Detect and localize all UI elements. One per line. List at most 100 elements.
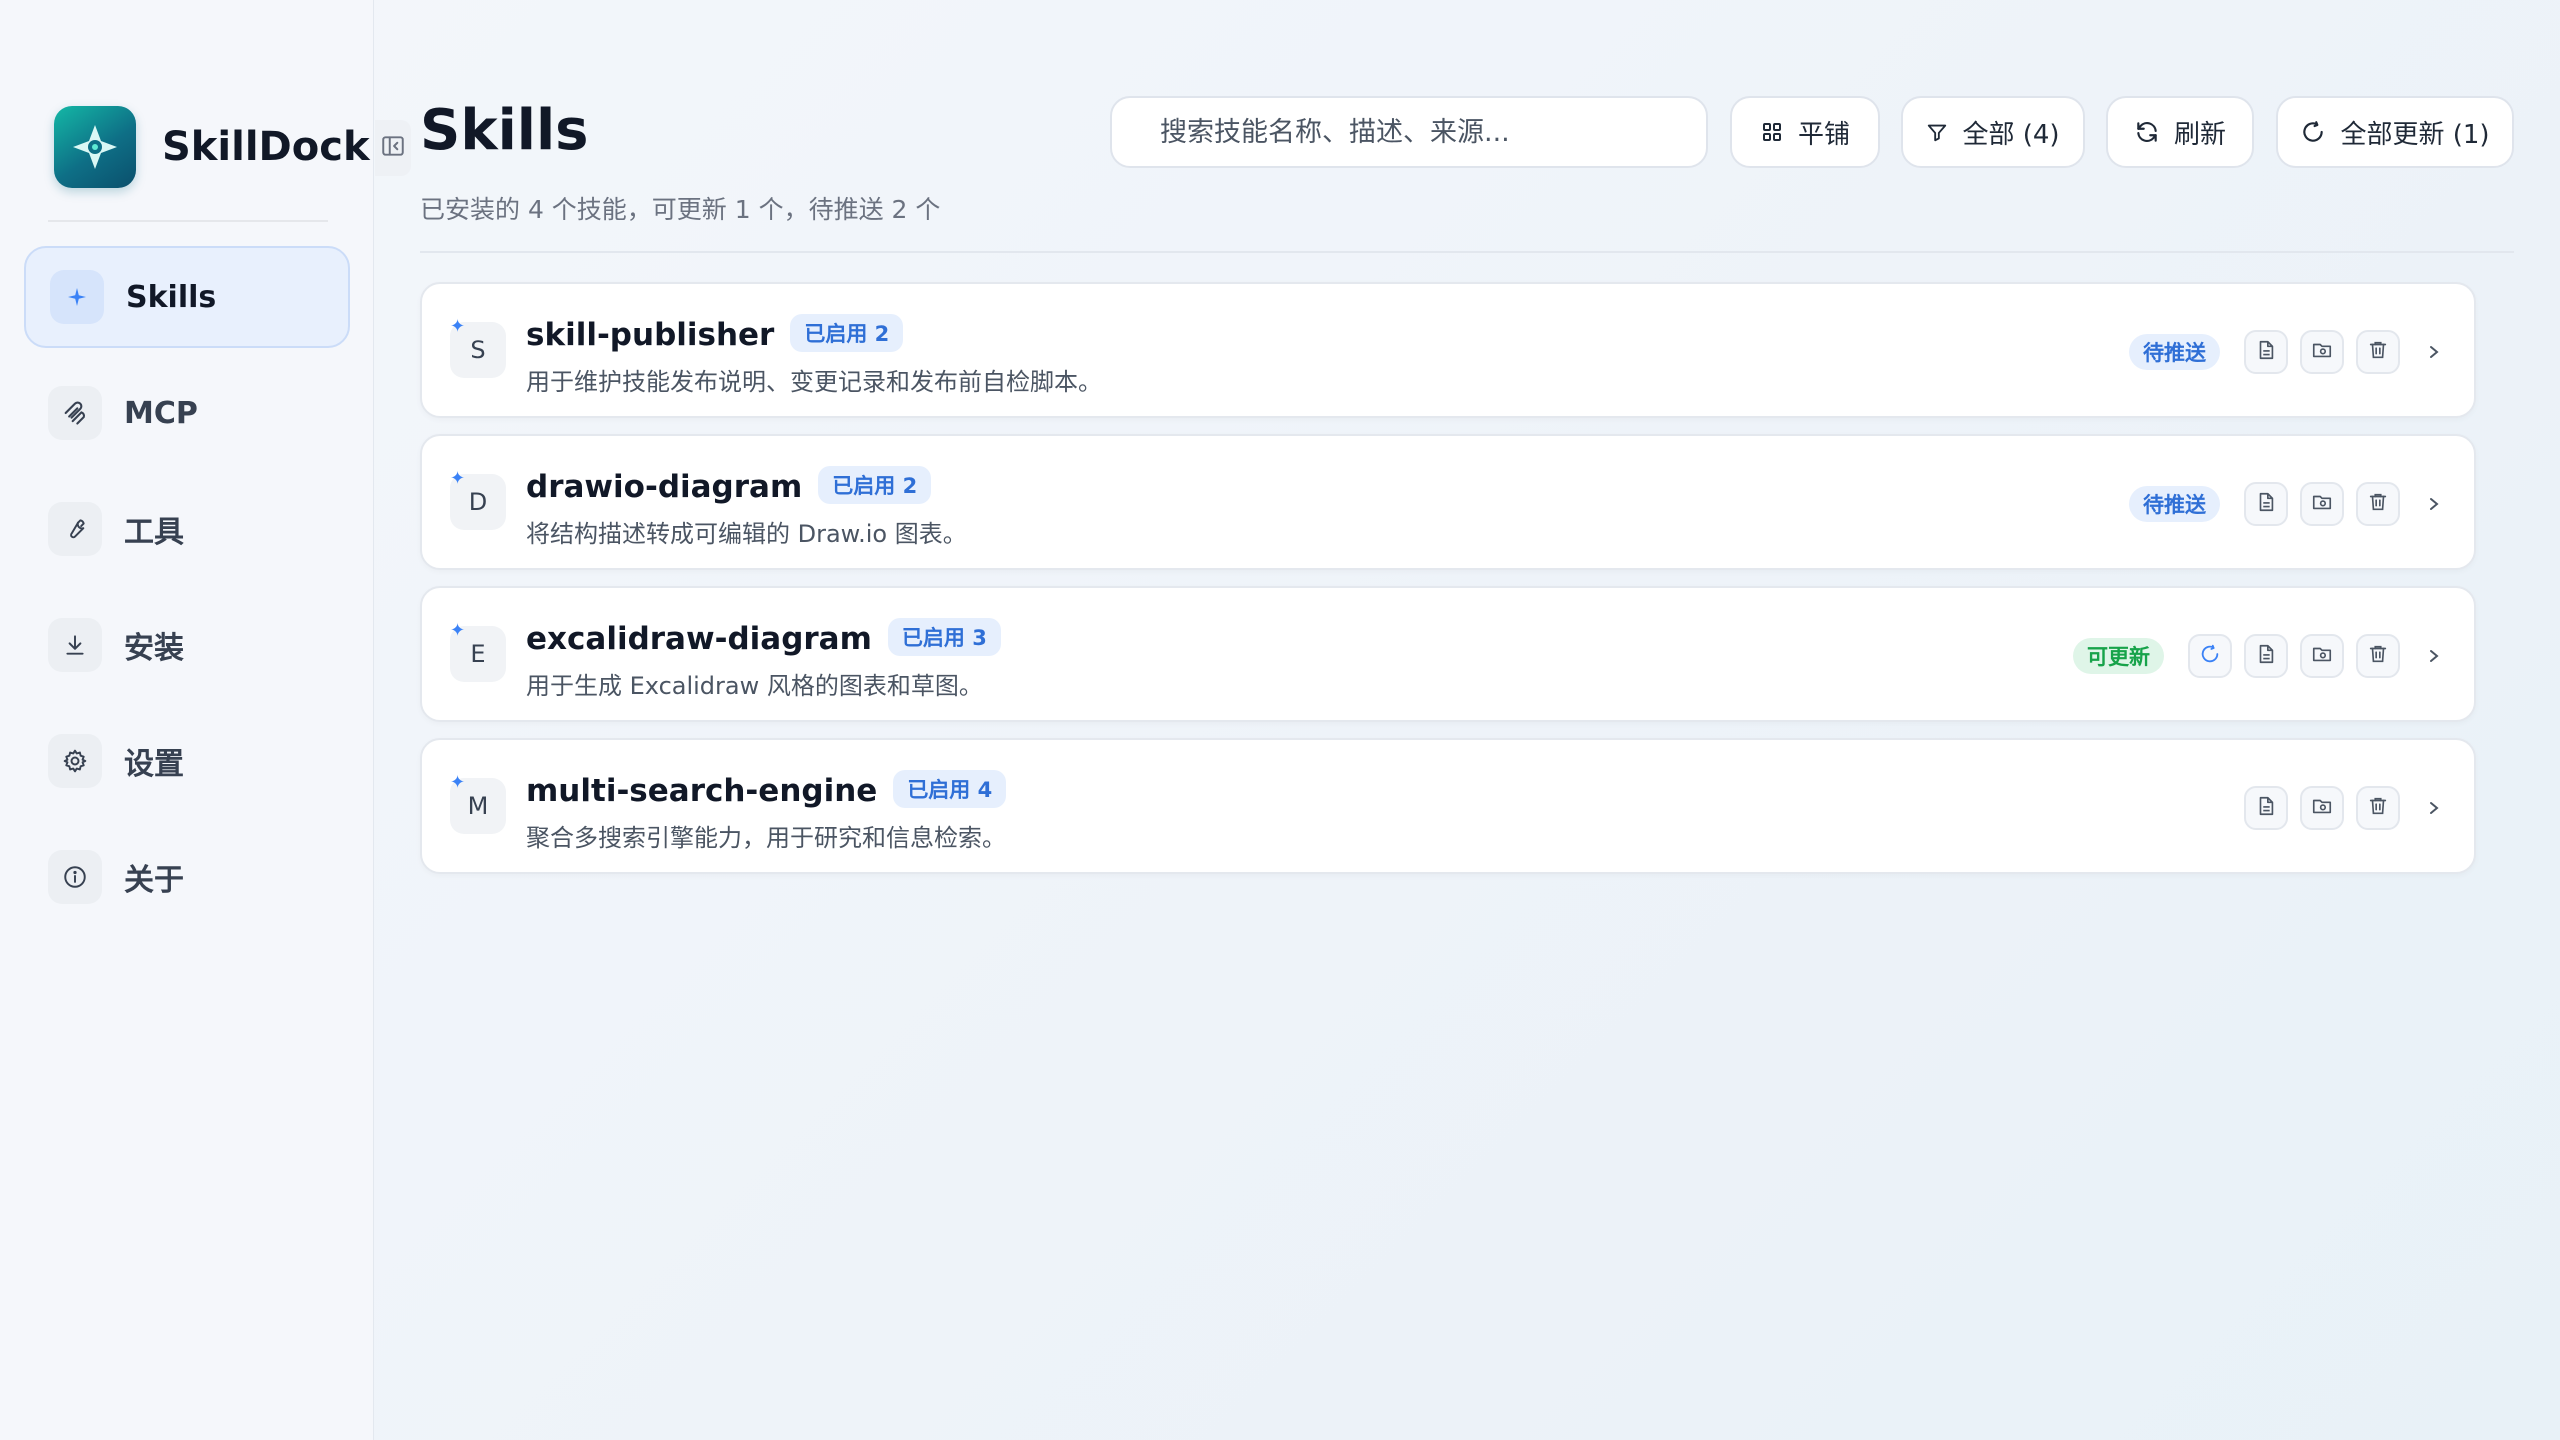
filter-icon [1926, 121, 1948, 143]
skill-description: 用于维护技能发布说明、变更记录和发布前自检脚本。 [526, 368, 1102, 396]
app-window: SkillDock Skills MCP 工具 安装 设置 关于 Skills … [0, 0, 2560, 1440]
skill-card[interactable]: ✦ M multi-search-engine 已启用 4 聚合多搜索引擎能力，用… [420, 738, 2476, 874]
update-all-label: 全部更新 (1) [2340, 119, 2490, 150]
folder-icon [2311, 795, 2333, 821]
folder-icon [2311, 643, 2333, 669]
skill-name: drawio-diagram [526, 469, 803, 505]
view-mode-button[interactable]: 平铺 [1730, 96, 1880, 168]
view-doc-button[interactable] [2244, 634, 2288, 678]
view-doc-button[interactable] [2244, 786, 2288, 830]
view-mode-label: 平铺 [1797, 119, 1850, 150]
open-folder-button[interactable] [2300, 634, 2344, 678]
chevron-right-icon[interactable] [2424, 799, 2444, 817]
view-doc-button[interactable] [2244, 330, 2288, 374]
sparkle-icon: ✦ [450, 468, 466, 489]
skill-initial: D [468, 488, 488, 516]
skill-initial: E [470, 640, 486, 668]
filter-button[interactable]: 全部 (4) [1901, 96, 2085, 168]
grid-icon [1760, 120, 1784, 144]
delete-button[interactable] [2356, 634, 2400, 678]
delete-button[interactable] [2356, 786, 2400, 830]
filter-label: 全部 (4) [1962, 119, 2060, 150]
skill-actions: 待推送 [2129, 482, 2444, 526]
open-folder-button[interactable] [2300, 482, 2344, 526]
skill-card[interactable]: ✦ S skill-publisher 已启用 2 用于维护技能发布说明、变更记录… [420, 282, 2476, 418]
download-icon [48, 618, 102, 672]
refresh-button[interactable]: 刷新 [2106, 96, 2254, 168]
skill-actions: 可更新 [2073, 634, 2444, 678]
chevron-right-icon[interactable] [2424, 343, 2444, 361]
wrench-icon [48, 502, 102, 556]
chevron-right-icon[interactable] [2424, 647, 2444, 665]
skill-name: skill-publisher [526, 317, 775, 353]
folder-icon [2311, 339, 2333, 365]
sidebar-item-label: 安装 [124, 631, 184, 666]
page-subtitle: 已安装的 4 个技能，可更新 1 个，待推送 2 个 [420, 195, 941, 224]
search-box [1110, 96, 1708, 168]
skill-description: 用于生成 Excalidraw 风格的图表和草图。 [526, 672, 983, 700]
update-icon [2300, 119, 2326, 145]
open-folder-button[interactable] [2300, 786, 2344, 830]
folder-icon [2311, 491, 2333, 517]
mcp-icon [48, 386, 102, 440]
sidebar-item-mcp[interactable]: MCP [24, 362, 350, 464]
header-divider [420, 251, 2514, 253]
search-input[interactable] [1160, 116, 1706, 148]
brand-divider [48, 220, 328, 222]
document-icon [2255, 491, 2277, 517]
status-badge: 待推送 [2129, 486, 2220, 522]
skill-name: multi-search-engine [526, 773, 878, 809]
enabled-badge: 已启用 3 [887, 618, 1001, 656]
update-icon [2199, 643, 2221, 669]
skill-avatar: ✦ M [450, 772, 506, 834]
document-icon [2255, 643, 2277, 669]
skill-title: drawio-diagram 已启用 2 [526, 466, 932, 505]
status-badge: 待推送 [2129, 334, 2220, 370]
enabled-badge: 已启用 4 [893, 770, 1007, 808]
sparkle-icon [50, 270, 104, 324]
trash-icon [2367, 795, 2389, 821]
sidebar-item-label: Skills [126, 279, 217, 315]
update-all-button[interactable]: 全部更新 (1) [2276, 96, 2514, 168]
delete-button[interactable] [2356, 482, 2400, 526]
sparkle-icon: ✦ [450, 620, 466, 641]
enabled-badge: 已启用 2 [818, 466, 932, 504]
skill-title: excalidraw-diagram 已启用 3 [526, 618, 1001, 657]
refresh-label: 刷新 [2173, 119, 2226, 150]
sidebar-nav: Skills MCP 工具 安装 设置 关于 [24, 246, 350, 942]
sidebar-item-settings[interactable]: 设置 [24, 710, 350, 812]
skill-name: excalidraw-diagram [526, 621, 872, 657]
sidebar-collapse-icon [380, 133, 406, 163]
skill-title: skill-publisher 已启用 2 [526, 314, 904, 353]
skill-card[interactable]: ✦ E excalidraw-diagram 已启用 3 用于生成 Excalid… [420, 586, 2476, 722]
open-folder-button[interactable] [2300, 330, 2344, 374]
document-icon [2255, 339, 2277, 365]
view-doc-button[interactable] [2244, 482, 2288, 526]
app-logo [54, 106, 136, 188]
skill-actions [2232, 786, 2444, 830]
chevron-right-icon[interactable] [2424, 495, 2444, 513]
sidebar-item-label: MCP [124, 395, 198, 431]
sidebar-item-label: 工具 [124, 515, 184, 550]
update-skill-button[interactable] [2188, 634, 2232, 678]
sidebar-item-about[interactable]: 关于 [24, 826, 350, 928]
trash-icon [2367, 643, 2389, 669]
collapse-sidebar-button[interactable] [375, 120, 411, 176]
sidebar-item-skills[interactable]: Skills [24, 246, 350, 348]
sparkle-icon: ✦ [450, 772, 466, 793]
info-icon [48, 850, 102, 904]
document-icon [2255, 795, 2277, 821]
sparkle-icon: ✦ [450, 316, 466, 337]
skill-card[interactable]: ✦ D drawio-diagram 已启用 2 将结构描述转成可编辑的 Draw… [420, 434, 2476, 570]
sidebar-item-install[interactable]: 安装 [24, 594, 350, 696]
sidebar-item-tools[interactable]: 工具 [24, 478, 350, 580]
sidebar: SkillDock Skills MCP 工具 安装 设置 关于 [0, 0, 374, 1440]
skill-description: 将结构描述转成可编辑的 Draw.io 图表。 [526, 520, 967, 548]
app-name: SkillDock [162, 124, 370, 170]
sidebar-item-label: 关于 [124, 863, 184, 898]
delete-button[interactable] [2356, 330, 2400, 374]
skill-description: 聚合多搜索引擎能力，用于研究和信息检索。 [526, 824, 1006, 852]
status-badge: 可更新 [2073, 638, 2164, 674]
enabled-badge: 已启用 2 [790, 314, 904, 352]
sidebar-item-label: 设置 [124, 747, 184, 782]
